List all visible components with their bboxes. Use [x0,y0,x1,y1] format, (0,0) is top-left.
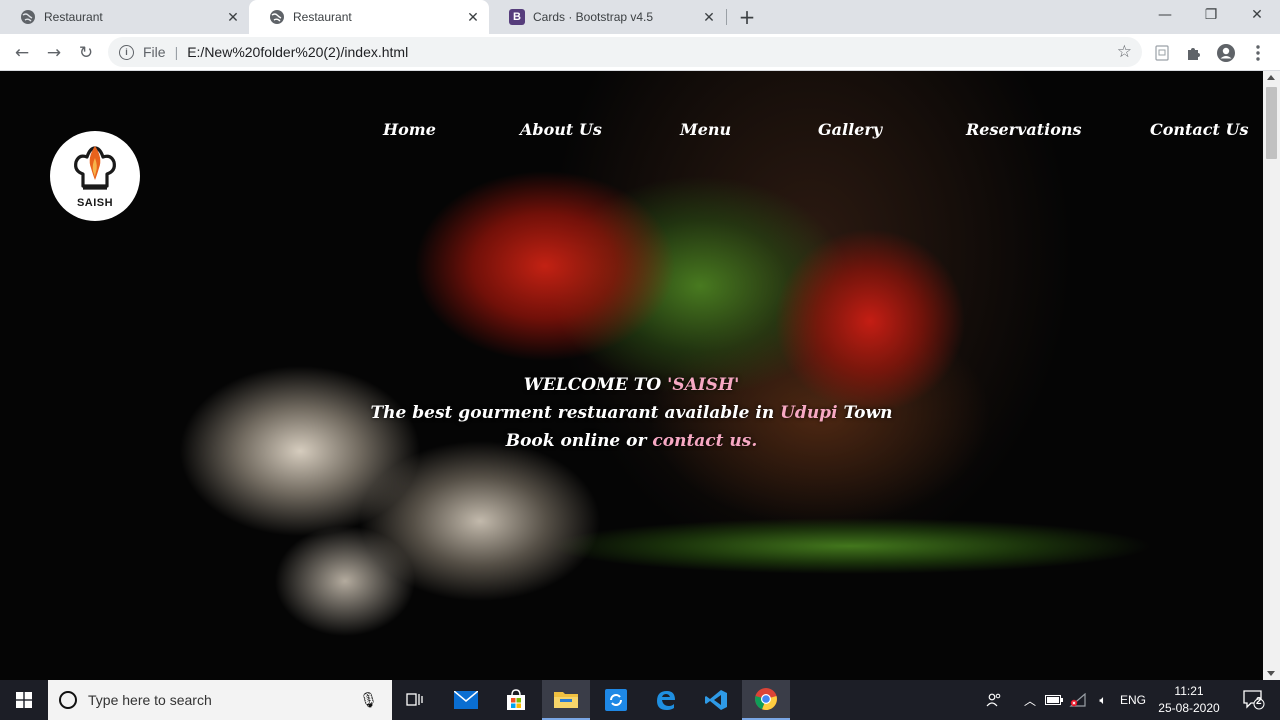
language-indicator[interactable]: ENG [1118,680,1148,720]
tab-close-icon[interactable]: ✕ [463,7,483,27]
task-view-icon[interactable] [392,680,440,720]
taskbar-clock[interactable]: 11:21 25-08-2020 [1152,683,1226,717]
battery-icon[interactable] [1044,680,1064,720]
notification-count: 2 [1256,696,1262,707]
bootstrap-icon: B [509,9,525,25]
back-arrow-icon[interactable]: ← [8,39,36,67]
scroll-thumb[interactable] [1266,87,1277,159]
site-logo[interactable]: SAISH [50,131,140,221]
contact-us-link[interactable]: contact us. [652,431,757,451]
windows-start-icon[interactable] [0,680,48,720]
minimize-icon[interactable]: — [1142,0,1188,30]
clock-date: 25-08-2020 [1158,701,1220,715]
clock-time: 11:21 [1174,684,1204,698]
people-icon[interactable] [982,680,1006,720]
chrome-icon[interactable] [742,680,790,720]
nav-gallery[interactable]: Gallery [818,120,882,139]
search-placeholder: Type here to search [88,692,212,708]
tab-restaurant-2[interactable]: Restaurant ✕ [249,0,489,34]
taskbar-search-box[interactable]: Type here to search 🎙 [48,680,392,720]
nav-contact-us[interactable]: Contact Us [1150,120,1248,139]
logo-text: SAISH [76,196,114,209]
scroll-up-arrow-icon[interactable] [1267,75,1275,80]
extension-page-icon[interactable] [1150,41,1174,65]
globe-icon [20,9,36,25]
url-text[interactable]: E:/New%20folder%20(2)/index.html [187,44,408,60]
tagline-place: Udupi [780,403,838,423]
forward-arrow-icon[interactable]: → [40,39,68,67]
nav-home[interactable]: Home [383,120,436,139]
address-bar[interactable]: i File | E:/New%20folder%20(2)/index.htm… [108,37,1142,67]
tab-close-icon[interactable]: ✕ [699,7,719,27]
microphone-icon[interactable]: 🎙 [359,691,378,709]
extensions-puzzle-icon[interactable] [1182,41,1206,65]
hero-text: WELCOME TO 'SAISH' The best gourment res… [0,371,1263,455]
volume-icon[interactable]: 🔈︎ [1092,680,1114,720]
scheme-label: File [143,44,166,60]
hero-booking: Book online or contact us. [0,427,1263,455]
new-tab-button[interactable]: + [735,5,759,29]
network-disconnected-icon[interactable] [1068,680,1088,720]
cortana-icon[interactable] [59,691,77,709]
profile-avatar-icon[interactable] [1214,41,1238,65]
welcome-prefix: WELCOME TO [523,375,668,395]
tab-close-icon[interactable]: ✕ [223,7,243,27]
hero-welcome: WELCOME TO 'SAISH' [0,371,1263,399]
nav-about-us[interactable]: About Us [520,120,602,139]
book-prefix: Book online or [505,431,653,451]
tagline-prefix: The best gourment restuarant available i… [370,403,781,423]
tab-bootstrap-cards[interactable]: B Cards · Bootstrap v4.5 ✕ [489,0,725,34]
store-icon[interactable] [492,680,540,720]
nav-reservations[interactable]: Reservations [966,120,1082,139]
address-divider: | [174,44,179,60]
action-center-icon[interactable]: 2 [1234,680,1274,720]
browser-toolbar: ← → ↻ i File | E:/New%20folder%20(2)/ind… [0,34,1280,71]
page-viewport: SAISH Home About Us Menu Gallery Reserva… [0,71,1263,680]
restore-icon[interactable]: ❐ [1188,0,1234,30]
globe-icon [269,9,285,25]
windows-taskbar: Type here to search 🎙 ︿ 🔈︎ ENG 11:21 25-… [0,680,1280,720]
tab-restaurant-1[interactable]: Restaurant ✕ [0,0,249,34]
edge-icon[interactable] [642,680,690,720]
reload-icon[interactable]: ↻ [72,39,100,67]
tab-title: Cards · Bootstrap v4.5 [533,10,654,24]
file-explorer-icon[interactable] [542,680,590,720]
scroll-down-arrow-icon[interactable] [1267,671,1275,676]
sync-app-icon[interactable] [592,680,640,720]
tagline-suffix: Town [837,403,893,423]
tab-strip: Restaurant ✕ Restaurant ✕ B Cards · Boot… [0,0,1280,34]
chef-hat-flame-icon [74,145,116,190]
tab-divider [726,9,727,25]
tab-title: Restaurant [293,10,352,24]
close-window-icon[interactable]: ✕ [1234,0,1280,30]
page-scrollbar[interactable] [1263,71,1280,680]
welcome-name: 'SAISH' [667,375,740,395]
nav-menu[interactable]: Menu [680,120,731,139]
tray-chevron-up-icon[interactable]: ︿ [1020,680,1040,720]
tab-title: Restaurant [44,10,103,24]
bookmark-star-icon[interactable]: ☆ [1117,42,1132,62]
menu-kebab-icon[interactable] [1246,41,1270,65]
info-icon[interactable]: i [119,44,134,60]
mail-icon[interactable] [442,680,490,720]
hero-tagline: The best gourment restuarant available i… [0,399,1263,427]
vscode-icon[interactable] [692,680,740,720]
